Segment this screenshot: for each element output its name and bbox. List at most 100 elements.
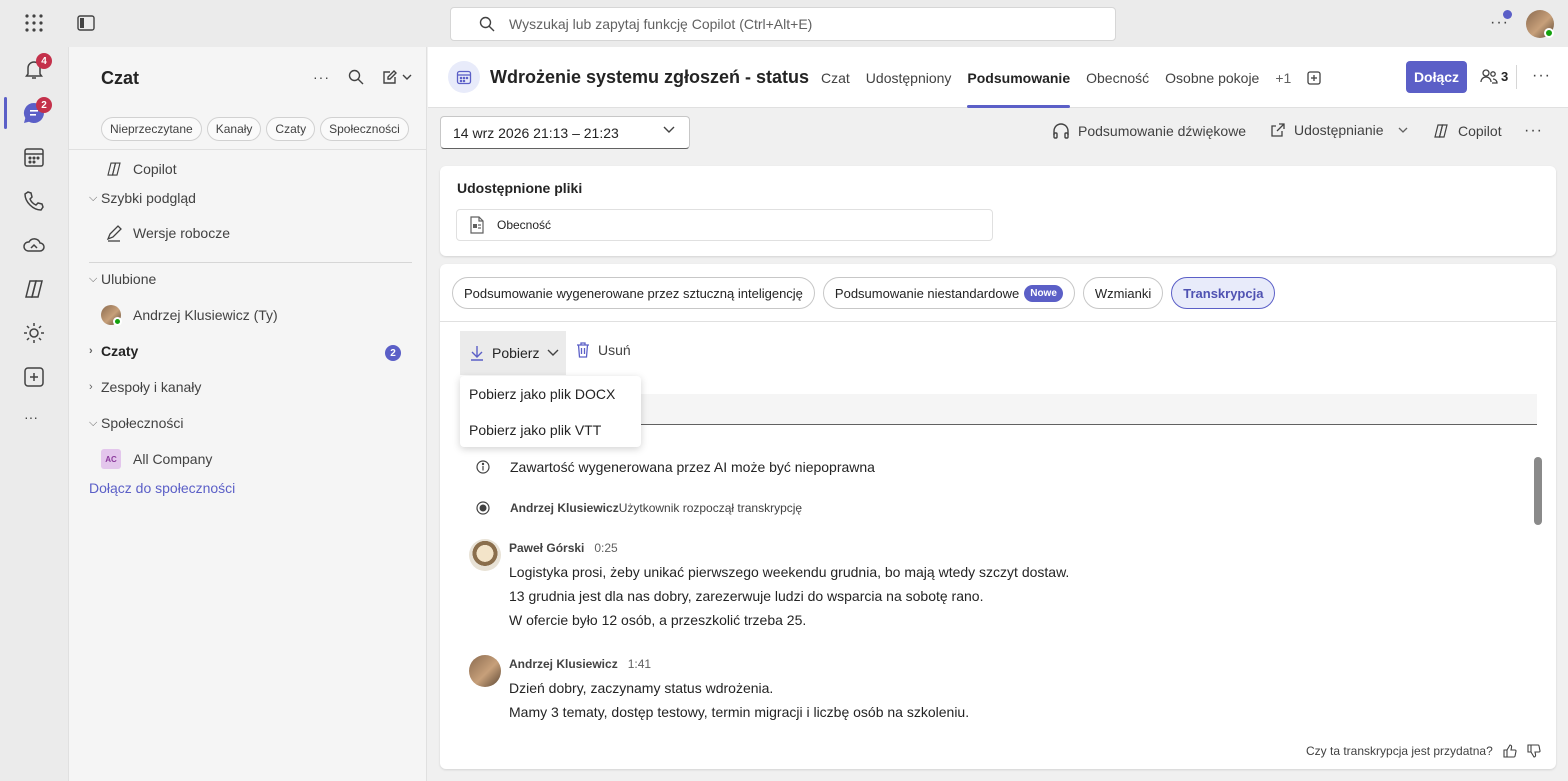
chat-search-icon[interactable] [348, 69, 364, 85]
section-favorites[interactable]: ⌵ Ulubione [89, 271, 156, 287]
tab-transcript[interactable]: Transkrypcja [1171, 277, 1276, 309]
section-communities[interactable]: ⌵ Społeczności [89, 415, 184, 431]
delete-button[interactable]: Usuń [576, 342, 631, 358]
sidebar-toggle-icon[interactable] [77, 15, 95, 31]
search-placeholder: Wyszukaj lub zapytaj funkcję Copilot (Ct… [509, 16, 813, 32]
tab-mentions[interactable]: Wzmianki [1082, 277, 1164, 309]
activity-icon[interactable]: 4 [22, 53, 52, 81]
delete-label: Usuń [598, 342, 631, 358]
participants-button[interactable]: 3 [1480, 68, 1508, 84]
section-quick-view[interactable]: ⌵ Szybki podgląd [89, 190, 196, 206]
community-all-company[interactable]: AC All Company [101, 449, 212, 469]
join-button[interactable]: Dołącz [1406, 61, 1467, 93]
chat-item-copilot[interactable]: Copilot [105, 160, 177, 178]
chat-badge: 2 [36, 97, 52, 113]
presence-available-icon [1544, 28, 1554, 38]
date-range-value: 14 wrz 2026 21:13 – 21:23 [453, 124, 619, 141]
section-divider [89, 262, 412, 263]
community-avatar: AC [101, 449, 121, 469]
presence-available-icon [113, 317, 122, 326]
toolbar-more-icon[interactable]: ··· [1524, 122, 1543, 140]
scrollbar-thumb[interactable] [1534, 457, 1542, 525]
chevron-right-icon: › [89, 345, 93, 357]
sharing-label: Udostępnianie [1294, 122, 1384, 138]
tab-summary[interactable]: Podsumowanie [959, 47, 1078, 108]
profile-avatar[interactable] [1526, 10, 1554, 38]
tab-custom-summary[interactable]: Podsumowanie niestandardowe Nowe [822, 277, 1075, 309]
header-divider [1516, 65, 1517, 89]
tab-attendance[interactable]: Obecność [1078, 47, 1157, 108]
avatar [469, 655, 501, 687]
menu-item-vtt[interactable]: Pobierz jako plik VTT [460, 412, 641, 448]
chat-item-label: Copilot [133, 161, 177, 177]
section-chats[interactable]: › Czaty [89, 343, 138, 359]
filter-channels[interactable]: Kanały [206, 117, 262, 141]
copilot-rail-icon[interactable] [22, 277, 46, 301]
ai-notice: Zawartość wygenerowana przez AI może być… [476, 459, 875, 475]
add-app-icon[interactable] [22, 365, 46, 389]
filter-chats[interactable]: Czaty [266, 117, 316, 141]
tabs-divider [440, 321, 1556, 322]
section-teams[interactable]: › Zespoły i kanały [89, 379, 201, 395]
chat-filters: Nieprzeczytane Kanały Czaty Społeczności [101, 117, 409, 141]
meeting-more-icon[interactable]: ··· [1532, 67, 1551, 85]
chat-more-icon[interactable]: ··· [313, 69, 330, 85]
add-tab-icon[interactable] [1299, 47, 1329, 108]
tab-chat[interactable]: Czat [813, 47, 858, 108]
transcript-line: Dzień dobry, zaczynamy status wdrożenia. [509, 680, 774, 696]
tab-breakout-rooms[interactable]: Osobne pokoje [1157, 47, 1267, 108]
new-chat-icon[interactable] [382, 69, 412, 85]
menu-item-docx[interactable]: Pobierz jako plik DOCX [460, 376, 641, 412]
thumbs-up-icon[interactable] [1503, 744, 1517, 758]
thumbs-down-icon[interactable] [1527, 744, 1541, 758]
headphones-icon [1052, 122, 1070, 140]
date-range-select[interactable]: 14 wrz 2026 21:13 – 21:23 [440, 116, 690, 149]
more-apps-icon[interactable]: ··· [24, 409, 48, 433]
sharing-button[interactable]: Udostępnianie [1270, 122, 1408, 138]
shared-files-card: Udostępnione pliki Obecność [440, 166, 1556, 256]
transcript-start-event: Andrzej KlusiewiczUżytkownik rozpoczął t… [476, 501, 802, 515]
transcript-feedback: Czy ta transkrypcja jest przydatna? [1306, 744, 1541, 758]
chat-item-drafts[interactable]: Wersje robocze [105, 224, 230, 242]
system-speaker: Andrzej Klusiewicz [510, 501, 619, 515]
rail-active-indicator [4, 97, 7, 129]
meeting-tabs: Czat Udostępniony Podsumowanie Obecność … [813, 47, 1329, 108]
onedrive-icon[interactable] [22, 233, 46, 257]
filter-unread[interactable]: Nieprzeczytane [101, 117, 202, 141]
join-community-link[interactable]: Dołącz do społeczności [89, 480, 235, 496]
apps-settings-icon[interactable] [22, 321, 46, 345]
community-label: All Company [133, 451, 213, 467]
filter-communities[interactable]: Społeczności [320, 117, 409, 141]
chat-icon[interactable]: 2 [22, 97, 52, 125]
search-input[interactable]: Wyszukaj lub zapytaj funkcję Copilot (Ct… [450, 7, 1116, 41]
transcript-card: Podsumowanie wygenerowane przez sztuczną… [440, 264, 1556, 769]
section-label: Czaty [101, 343, 139, 359]
copilot-button[interactable]: Copilot [1432, 122, 1502, 140]
section-label: Społeczności [101, 415, 184, 431]
app-launcher-icon[interactable] [24, 13, 44, 33]
ai-notice-text: Zawartość wygenerowana przez AI może być… [510, 459, 875, 475]
speaker-name: Andrzej Klusiewicz [509, 657, 618, 671]
tab-ai-summary[interactable]: Podsumowanie wygenerowane przez sztuczną… [452, 277, 815, 309]
section-label: Ulubione [101, 271, 157, 287]
calendar-icon[interactable] [22, 145, 46, 169]
chats-count-badge: 2 [385, 345, 401, 361]
calls-icon[interactable] [22, 189, 46, 213]
app-rail: 4 2 ··· [0, 47, 68, 781]
copilot-icon [105, 160, 123, 178]
shared-file-item[interactable]: Obecność [456, 209, 993, 241]
tab-shared[interactable]: Udostępniony [858, 47, 960, 108]
custom-summary-label: Podsumowanie niestandardowe [834, 285, 1020, 301]
timestamp: 1:41 [627, 657, 652, 671]
download-button[interactable]: Pobierz [460, 331, 566, 375]
record-icon [476, 501, 490, 515]
tab-more-count[interactable]: +1 [1267, 47, 1299, 108]
chat-item-me[interactable]: Andrzej Klusiewicz (Ty) [101, 305, 278, 326]
transcript-scrollbar[interactable] [1534, 457, 1542, 719]
audio-summary-button[interactable]: Podsumowanie dźwiękowe [1052, 122, 1246, 140]
summary-tabs: Podsumowanie wygenerowane przez sztuczną… [452, 277, 1276, 309]
download-icon [470, 345, 484, 361]
new-badge: Nowe [1024, 284, 1063, 302]
chevron-down-icon: ⌵ [89, 191, 98, 204]
entry-meta: Andrzej Klusiewicz 1:41 [509, 657, 651, 671]
